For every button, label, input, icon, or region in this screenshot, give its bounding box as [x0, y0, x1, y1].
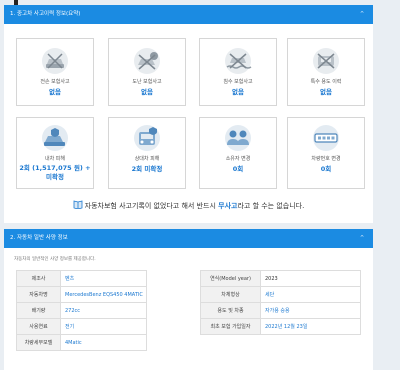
card-label: 내차 피해	[45, 156, 65, 162]
card-value: 없음	[141, 88, 153, 96]
damage-amount: 2회 (1,517,075 원) +	[19, 164, 91, 172]
vehicle-spec-section: 2. 자동차 일반 사양 정보 ⌃ 자동차의 일반적인 사양 정보를 제공합니다…	[4, 229, 373, 370]
card-special-use: 특수 용도 이력 없음	[287, 38, 365, 106]
owner-change-icon	[225, 125, 251, 151]
row-value: 2023	[260, 270, 361, 287]
row-key: 연식(Model year)	[200, 270, 261, 287]
card-value: 없음	[232, 88, 244, 96]
card-label: 상대차 피해	[134, 156, 160, 162]
section-title: 1. 중고차 사고이력 정보(요약)	[10, 11, 81, 17]
card-label: 소유자 변경	[225, 156, 251, 162]
card-label: 특수 용도 이력	[310, 79, 342, 85]
card-total-loss: 전손 보험사고 없음	[16, 38, 94, 106]
vehicle-spec-section-header[interactable]: 2. 자동차 일반 사양 정보 ⌃	[4, 229, 373, 248]
row-key: 용도 및 차종	[200, 302, 261, 319]
notice-text-pre: 자동차보험 사고기록이 없었다고 해서 반드시	[84, 202, 219, 210]
card-value: 없음	[320, 88, 332, 96]
row-value: 2022년 12월 23일	[260, 318, 361, 335]
accident-history-summary-section: 1. 중고차 사고이력 정보(요약) ⌃ 전손 보험사고 없음 도난 보험사고 …	[4, 5, 373, 223]
spec-table-right: 연식(Model year) 2023 차체형상 세단 용도 및 차종 자가용 승용 …	[200, 270, 361, 335]
plate-change-icon	[313, 125, 339, 151]
card-label: 전손 보험사고	[40, 79, 70, 85]
row-value: 세단	[260, 286, 361, 303]
table-row: 자동차명 MercedesBenz EQS450 4MATIC	[16, 286, 147, 303]
section-title: 2. 자동차 일반 사양 정보	[10, 235, 68, 241]
card-other-damage: 상대차 피해 2회 미확정	[108, 117, 186, 189]
card-label: 침수 보험사고	[223, 79, 253, 85]
info-book-icon	[73, 200, 83, 210]
row-key: 배기량	[16, 302, 61, 319]
flood-car-icon	[225, 48, 252, 74]
row-value: 전기	[60, 318, 147, 335]
no-accident-notice: 자동차보험 사고기록이 없었다고 해서 반드시 무사고라고 할 수는 없습니다.	[4, 200, 373, 211]
table-row: 연식(Model year) 2023	[200, 270, 361, 287]
table-row: 차량세부모델 4Matic	[16, 334, 147, 351]
row-key: 사용연료	[16, 318, 61, 335]
row-value: 272cc	[60, 302, 147, 319]
row-value: 벤츠	[60, 270, 147, 287]
card-value: 없음	[49, 88, 61, 96]
card-label: 차량번호 변경	[311, 156, 341, 162]
row-key: 차체형상	[200, 286, 261, 303]
table-row: 용도 및 차종 자가용 승용	[200, 302, 361, 319]
card-own-damage: 내차 피해 2회 (1,517,075 원) + 미확정	[16, 117, 94, 189]
chevron-up-icon[interactable]: ⌃	[359, 5, 365, 24]
own-car-damage-icon	[42, 125, 68, 151]
table-row: 사용연료 전기	[16, 318, 147, 335]
card-value: 0회	[320, 165, 332, 173]
notice-bold: 무사고	[218, 202, 238, 210]
card-owner-change: 소유자 변경 0회	[199, 117, 277, 189]
card-value: 2회 (1,517,075 원) + 미확정	[17, 164, 93, 182]
notice-text-post: 라고 할 수는 없습니다.	[237, 202, 305, 210]
stolen-car-icon	[134, 48, 160, 74]
row-key: 제조사	[16, 270, 61, 287]
row-value: 4Matic	[60, 334, 147, 351]
row-key: 차량세부모델	[16, 334, 61, 351]
card-value: 2회 미확정	[131, 165, 163, 173]
card-label: 도난 보험사고	[132, 79, 162, 85]
row-key: 자동차명	[16, 286, 61, 303]
card-value: 0회	[232, 165, 244, 173]
card-theft: 도난 보험사고 없음	[108, 38, 186, 106]
accident-history-section-header[interactable]: 1. 중고차 사고이력 정보(요약) ⌃	[4, 5, 373, 24]
damage-status: 미확정	[46, 173, 64, 181]
table-row: 차체형상 세단	[200, 286, 361, 303]
card-plate-change: 차량번호 변경 0회	[287, 117, 365, 189]
table-row: 배기량 272cc	[16, 302, 147, 319]
row-value: MercedesBenz EQS450 4MATIC	[60, 286, 147, 303]
table-row: 제조사 벤츠	[16, 270, 147, 287]
special-use-car-icon	[313, 48, 339, 74]
other-car-damage-icon	[134, 125, 160, 151]
spec-table-left: 제조사 벤츠 자동차명 MercedesBenz EQS450 4MATIC 배기량…	[16, 270, 147, 351]
table-row: 최초 보험 가입일자 2022년 12월 23일	[200, 318, 361, 335]
card-flood: 침수 보험사고 없음	[199, 38, 277, 106]
row-value: 자가용 승용	[260, 302, 361, 319]
section-note: 자동차의 일반적인 사양 정보를 제공합니다.	[14, 257, 96, 262]
car-crash-icon	[42, 48, 68, 74]
chevron-up-icon[interactable]: ⌃	[359, 229, 365, 248]
row-key: 최초 보험 가입일자	[200, 318, 261, 335]
